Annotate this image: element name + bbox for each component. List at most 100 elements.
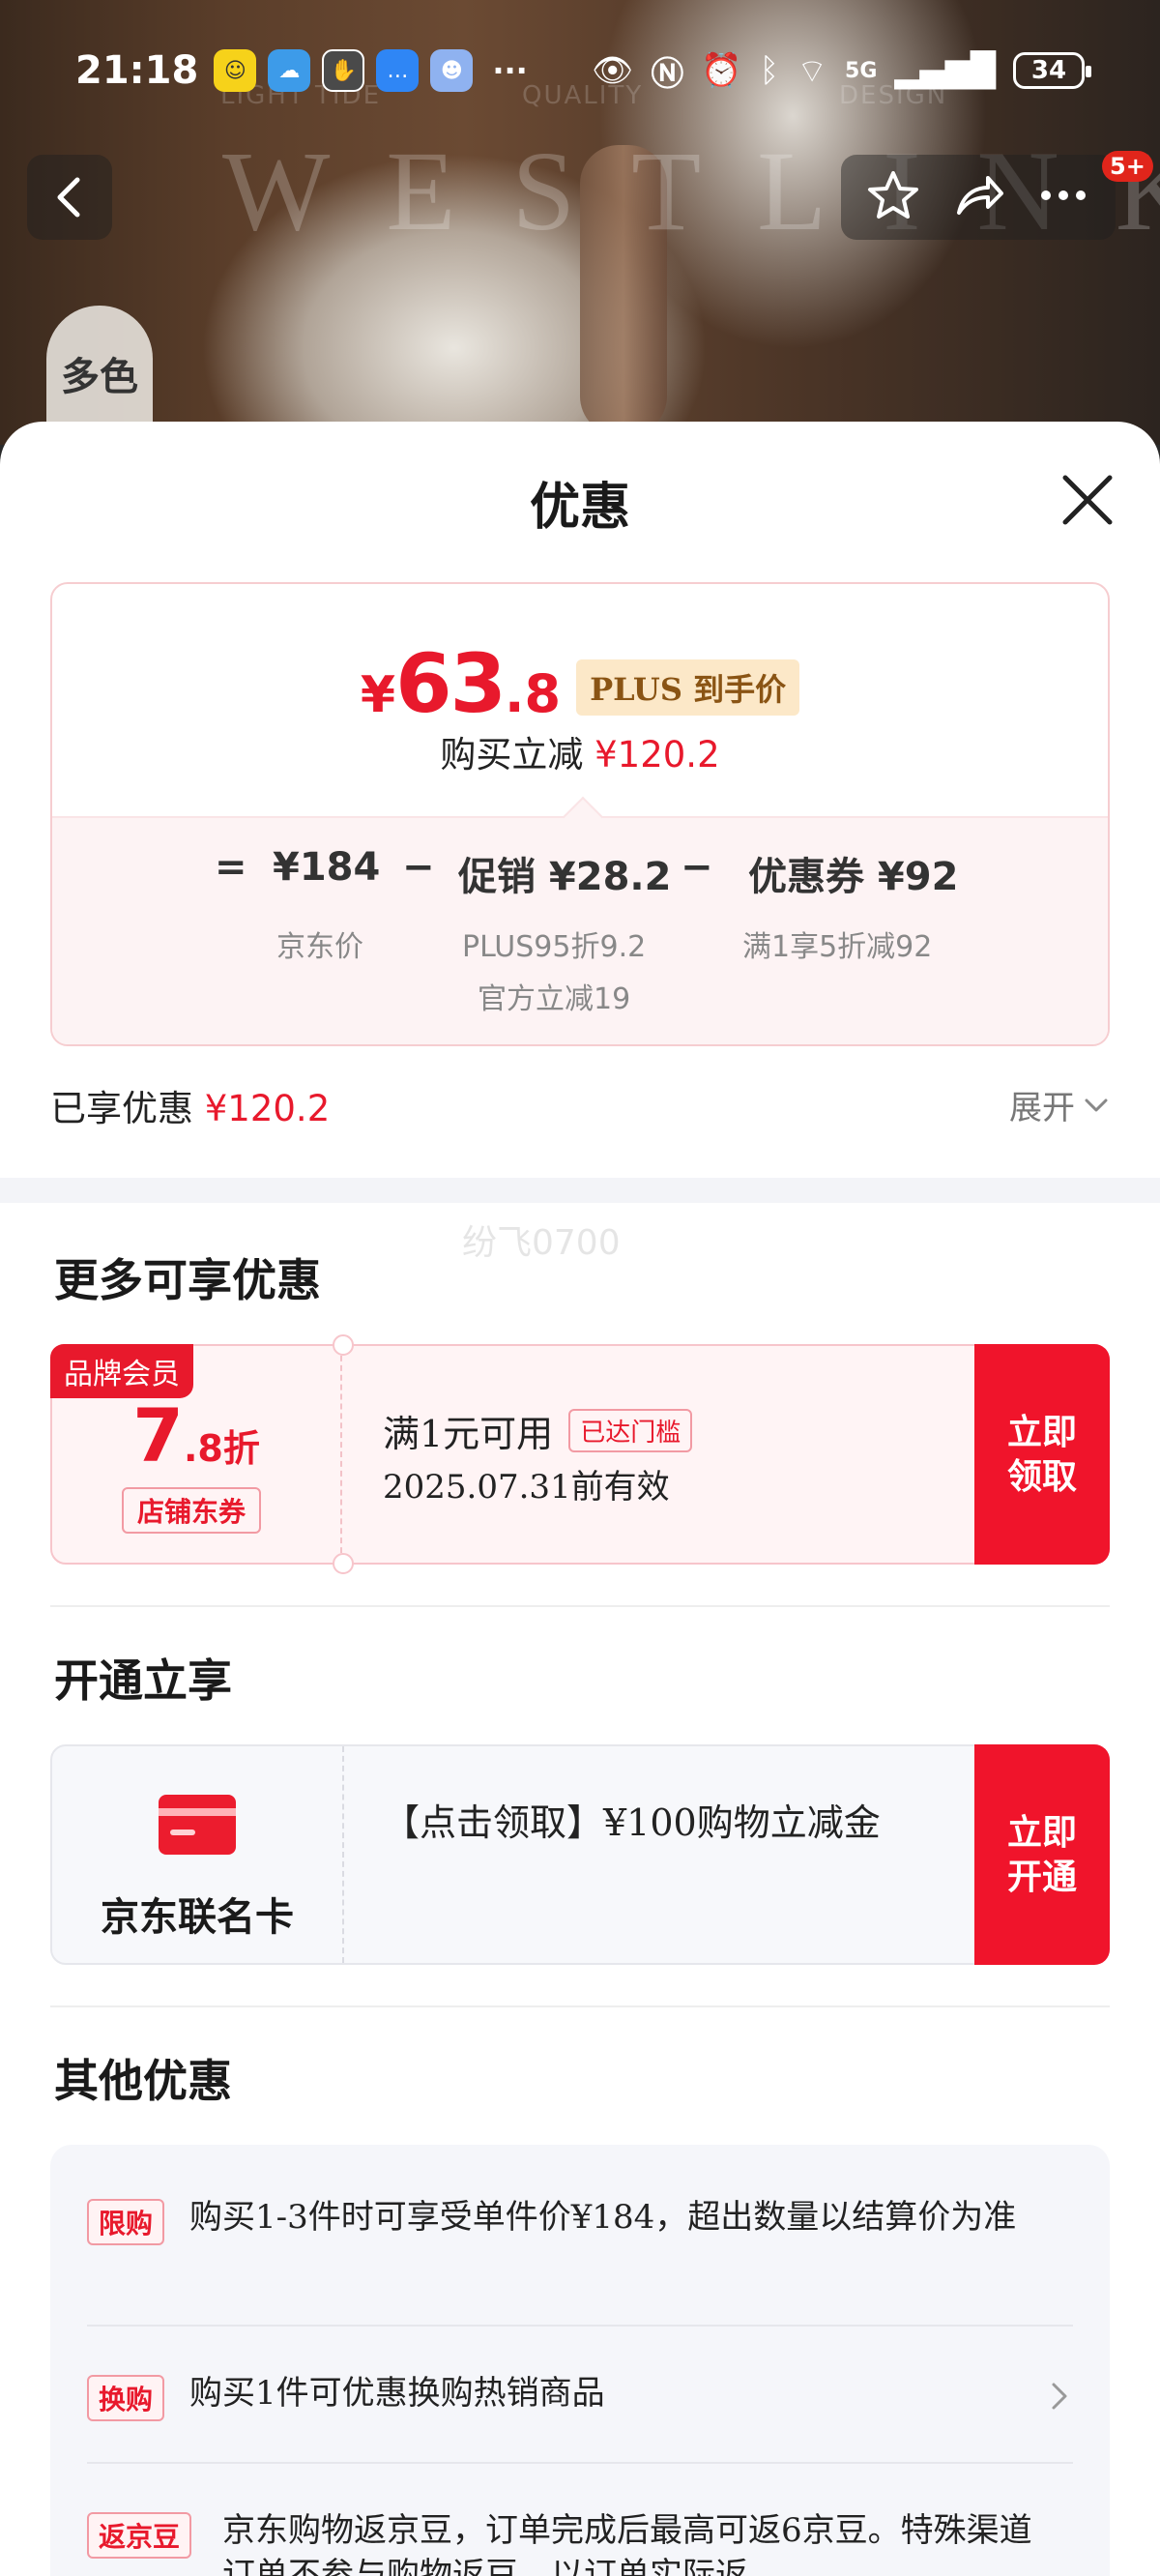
open-enjoy-title: 开通立享 <box>54 1654 232 1707</box>
network-type: 5G <box>845 58 878 83</box>
expand-button[interactable]: 展开 <box>1009 1081 1110 1128</box>
more-notifications-icon: ··· <box>492 52 528 89</box>
card-offer-description[interactable]: 【点击领取】¥100购物立减金 <box>383 1797 963 1849</box>
alarm-icon: ⏰ <box>701 51 742 90</box>
other-offers-title: 其他优惠 <box>54 2055 232 2107</box>
brand-member-tag: 品牌会员 <box>50 1344 193 1398</box>
promo-label-plus: PLUS95折9.2 <box>462 930 647 964</box>
offer-divider <box>87 2462 1073 2464</box>
minus-sign-2: − <box>681 845 713 890</box>
close-button[interactable] <box>1058 470 1117 530</box>
card-name: 京东联名卡 <box>101 1894 294 1940</box>
coupon-validity: 2025.07.31前有效 <box>383 1468 670 1507</box>
price-decimal: .8 <box>505 663 562 724</box>
open-card-button[interactable]: 立即开通 <box>974 1744 1110 1965</box>
offer-text: 购买1件可优惠换购热销商品 <box>189 2374 605 2413</box>
offer-tag: 限购 <box>87 2199 165 2245</box>
instant-discount-line: 购买立减 ¥120.2 <box>52 725 1108 777</box>
other-offers-list: 限购 购买1-3件时可享受单件价¥184，超出数量以结算价为准 换购 购买1件可… <box>50 2145 1110 2576</box>
coupon-notch-top <box>333 1334 354 1356</box>
promo-value: 促销 ¥28.2 <box>458 855 672 899</box>
discount-integer: 7 <box>132 1392 184 1478</box>
offer-tag: 返京豆 <box>87 2512 192 2559</box>
jd-price-value: ¥184 <box>273 845 381 890</box>
nfc-icon: Ⓝ <box>651 54 684 94</box>
enjoyed-label: 已享优惠 <box>50 1088 193 1129</box>
offer-divider <box>87 2325 1073 2327</box>
threshold-reached-tag: 已达门槛 <box>568 1409 693 1452</box>
price-currency: ¥ <box>360 666 396 724</box>
coupon-label: 满1享5折减92 <box>742 930 933 964</box>
chevron-right-icon <box>1052 2383 1067 2410</box>
instant-discount-amount: ¥120.2 <box>594 734 720 776</box>
coupon-notch-bottom <box>333 1553 354 1574</box>
favorite-button[interactable] <box>866 168 920 226</box>
claim-coupon-label: 立即领取 <box>1006 1412 1077 1497</box>
plus-price-tag: PLUS 到手价 <box>576 659 800 716</box>
instant-discount-label: 购买立减 <box>440 734 584 776</box>
bluetooth-icon: ᛒ <box>759 51 780 90</box>
assistant-app-icon: ☻ <box>430 49 474 92</box>
equals-sign: = <box>215 845 247 890</box>
offer-item-exchange[interactable]: 换购 购买1件可优惠换购热销商品 <box>87 2371 1073 2429</box>
coupon-value: 优惠券 ¥92 <box>748 855 959 899</box>
credit-card-icon <box>159 1795 236 1855</box>
price-integer: 63 <box>395 636 507 731</box>
shop-coupon-card: 品牌会员 7.8折 店铺东券 满1元可用 已达门槛 2025.07.31前有效 … <box>50 1334 1110 1574</box>
coupon-condition-text: 满1元可用 <box>383 1413 554 1455</box>
formula-values: = ¥184 − 促销 ¥28.2 − 优惠券 ¥92 <box>52 845 1108 903</box>
final-price-section: ¥ 63 .8 PLUS 到手价 购买立减 ¥120.2 <box>52 584 1108 816</box>
coupon-discount-area: 品牌会员 7.8折 店铺东券 <box>50 1344 342 1563</box>
minus-sign-1: − <box>402 845 435 890</box>
enjoyed-discount: 已享优惠 ¥120.2 <box>50 1079 330 1131</box>
discount-sheet: 优惠 ¥ 63 .8 PLUS 到手价 购买立减 ¥120.2 = ¥184 −… <box>0 422 1160 2576</box>
more-button[interactable] <box>1036 168 1090 226</box>
chevron-down-icon <box>1085 1098 1108 1111</box>
offer-item-limit: 限购 购买1-3件时可享受单件价¥184，超出数量以结算价为准 <box>87 2195 1073 2292</box>
offer-text: 京东购物返京豆，订单完成后最高可返6京豆。特殊渠道订单不参与购物返豆，以订单实际… <box>222 2511 1032 2576</box>
discount-decimal: .8折 <box>184 1427 260 1470</box>
open-card-label: 立即开通 <box>1006 1812 1077 1897</box>
user-watermark: 纷飞0700 <box>462 1223 621 1263</box>
app-notification-icon: ☺ <box>214 49 257 92</box>
enjoyed-amount: ¥120.2 <box>204 1088 331 1129</box>
divider <box>50 1605 1110 1607</box>
weather-app-icon: ☁ <box>268 49 311 92</box>
more-offers-title: 更多可享优惠 <box>54 1254 321 1306</box>
cobrand-card-offer: 京东联名卡 【点击领取】¥100购物立减金 立即开通 <box>50 1744 1110 1965</box>
star-icon <box>868 171 918 219</box>
signal-icon: ▂▄▆█ <box>894 51 996 90</box>
chevron-left-icon <box>57 177 80 218</box>
back-button[interactable] <box>27 155 112 240</box>
share-button[interactable] <box>951 168 1005 226</box>
offer-tag: 换购 <box>87 2375 165 2421</box>
hand-app-icon: ✋ <box>322 49 365 92</box>
claim-coupon-button[interactable]: 立即领取 <box>974 1344 1110 1565</box>
close-icon <box>1062 475 1113 525</box>
more-dots-icon <box>1041 190 1086 200</box>
wifi-icon: ⌔ <box>797 51 828 91</box>
section-divider <box>0 1178 1160 1203</box>
status-bar: 21:18 ☺ ☁ ✋ … ☻ ··· 👁 Ⓝ ⏰ ᛒ ⌔ 5G ▂▄▆█ 34 <box>0 39 1160 102</box>
status-indicators: 👁 Ⓝ ⏰ ᛒ ⌔ 5G ▂▄▆█ 34 <box>592 47 1091 95</box>
coupon-discount: 7.8折 <box>52 1392 340 1478</box>
coupon-condition: 满1元可用 已达门槛 <box>383 1404 693 1457</box>
price-formula: = ¥184 − 促销 ¥28.2 − 优惠券 ¥92 京东价 PLUS95折9… <box>52 796 1108 1044</box>
promo-label-official: 官方立减19 <box>478 982 631 1016</box>
notification-badge: 5+ <box>1102 151 1153 182</box>
price-breakdown-card: ¥ 63 .8 PLUS 到手价 购买立减 ¥120.2 = ¥184 − 促销… <box>50 582 1110 1046</box>
coupon-type-tag: 店铺东券 <box>122 1487 262 1534</box>
card-info: 京东联名卡 <box>52 1746 344 1963</box>
sheet-title: 优惠 <box>529 478 630 537</box>
battery-icon: 34 <box>1013 52 1091 89</box>
final-price: ¥ 63 .8 PLUS 到手价 <box>52 636 1108 731</box>
eye-icon: 👁 <box>592 51 634 90</box>
status-time: 21:18 <box>75 48 199 93</box>
message-app-icon: … <box>376 49 420 92</box>
top-actions <box>841 155 1116 240</box>
divider <box>50 2005 1110 2007</box>
jd-price-label: 京东价 <box>276 930 363 964</box>
offer-text: 购买1-3件时可享受单件价¥184，超出数量以结算价为准 <box>189 2198 1017 2237</box>
share-icon <box>957 176 1003 215</box>
offer-item-jd-beans: 返京豆 京东购物返京豆，订单完成后最高可返6京豆。特殊渠道订单不参与购物返豆，以… <box>87 2508 1073 2576</box>
